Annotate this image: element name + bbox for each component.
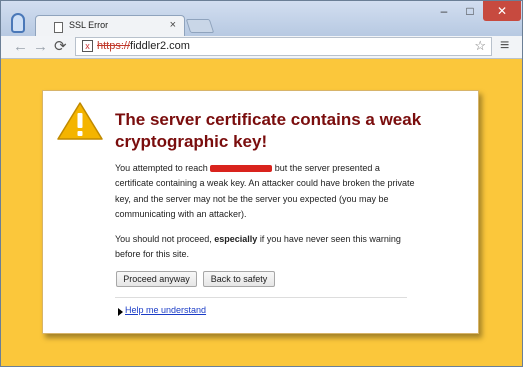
proceed-anyway-button[interactable]: Proceed anyway bbox=[116, 271, 197, 287]
tab-close-icon[interactable]: × bbox=[170, 19, 176, 31]
back-to-safety-button[interactable]: Back to safety bbox=[203, 271, 275, 287]
advice-emphasis: especially bbox=[214, 234, 258, 244]
star-icon[interactable]: ☆ bbox=[474, 38, 486, 54]
url-scheme: https:// bbox=[97, 40, 131, 52]
expand-arrow-icon[interactable] bbox=[118, 308, 123, 316]
error-description: You attempted to reach but the server pr… bbox=[115, 161, 415, 223]
help-me-understand-link[interactable]: Help me understand bbox=[125, 305, 206, 315]
url-host: fiddler2.com bbox=[130, 40, 190, 52]
redacted-host bbox=[210, 165, 273, 173]
tab-title: SSL Error bbox=[69, 20, 109, 30]
url-text: https://fiddler2.com bbox=[97, 40, 190, 52]
maximize-button[interactable]: □ bbox=[458, 1, 482, 21]
browser-toolbar: ← → ⟳ x https://fiddler2.com ☆ ≡ bbox=[1, 36, 522, 59]
reload-icon[interactable]: ⟳ bbox=[54, 38, 67, 56]
broken-lock-icon[interactable]: x bbox=[82, 40, 93, 52]
title-bar: SSL Error × – □ ✕ bbox=[1, 1, 522, 37]
description-start: You attempted to reach bbox=[115, 163, 208, 173]
back-arrow-icon[interactable]: ← bbox=[13, 38, 28, 56]
advice-start: You should not proceed, bbox=[115, 234, 212, 244]
browser-window: SSL Error × – □ ✕ ← → ⟳ x https://fiddle… bbox=[0, 0, 523, 367]
forward-arrow-icon[interactable]: → bbox=[33, 38, 48, 56]
warning-advice: You should not proceed, especially if yo… bbox=[115, 232, 415, 263]
error-heading: The server certificate contains a weak c… bbox=[115, 110, 422, 151]
close-window-button[interactable]: ✕ bbox=[483, 1, 521, 21]
new-tab-button[interactable] bbox=[185, 19, 215, 33]
page-viewport: The server certificate contains a weak c… bbox=[1, 59, 522, 366]
page-icon bbox=[54, 22, 63, 33]
ssl-error-card: The server certificate contains a weak c… bbox=[42, 90, 479, 334]
profile-icon[interactable] bbox=[11, 13, 25, 33]
divider bbox=[115, 297, 407, 298]
address-bar[interactable]: x https://fiddler2.com ☆ bbox=[75, 37, 492, 56]
hamburger-menu-icon[interactable]: ≡ bbox=[500, 37, 509, 55]
tab-ssl-error[interactable]: SSL Error × bbox=[35, 15, 185, 37]
warning-triangle-icon bbox=[57, 102, 103, 140]
minimize-button[interactable]: – bbox=[431, 1, 457, 21]
